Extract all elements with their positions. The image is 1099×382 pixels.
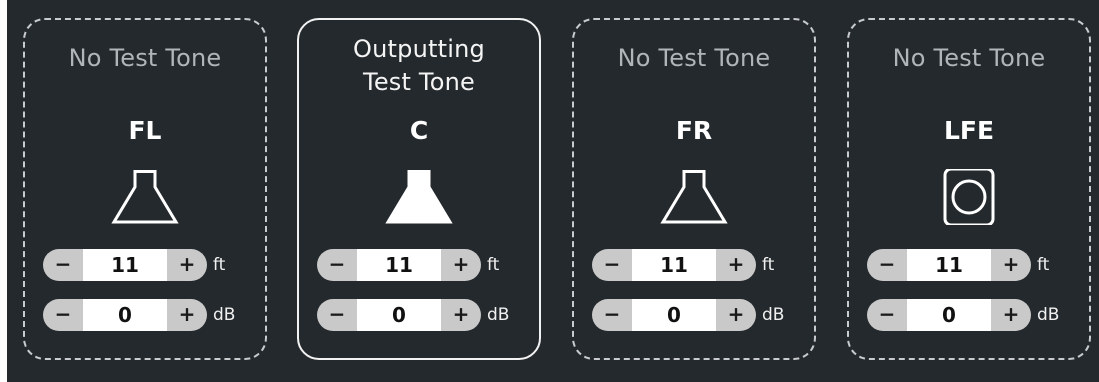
gain-stepper: − 0 +: [867, 299, 1031, 331]
speaker-outline-icon: [111, 170, 179, 224]
channel-name: C: [409, 116, 429, 145]
gain-stepper: − 0 +: [43, 299, 207, 331]
test-tone-status: No Test Tone: [617, 44, 771, 72]
channel-name: FR: [675, 116, 713, 145]
speaker-setup-screen: No Test Tone FL − 11 + ft − 0 + dB Outpu…: [0, 0, 1099, 382]
channel-card-lfe[interactable]: No Test Tone LFE − 11 + ft − 0 + dB: [847, 18, 1091, 360]
distance-value[interactable]: 11: [632, 249, 716, 281]
distance-decrease-button[interactable]: −: [43, 249, 83, 281]
distance-increase-button[interactable]: +: [167, 249, 207, 281]
gain-decrease-button[interactable]: −: [317, 299, 357, 331]
gain-stepper: − 0 +: [317, 299, 481, 331]
speaker-outline-icon: [660, 170, 728, 224]
subwoofer-icon: [943, 169, 995, 225]
distance-increase-button[interactable]: +: [991, 249, 1031, 281]
distance-decrease-button[interactable]: −: [317, 249, 357, 281]
gain-decrease-button[interactable]: −: [592, 299, 632, 331]
distance-value[interactable]: 11: [83, 249, 167, 281]
gain-increase-button[interactable]: +: [716, 299, 756, 331]
speaker-channel-panel: No Test Tone FL − 11 + ft − 0 + dB Outpu…: [7, 0, 1099, 382]
gain-value[interactable]: 0: [632, 299, 716, 331]
gain-unit: dB: [1037, 305, 1060, 325]
distance-control: − 11 + ft: [867, 249, 1075, 281]
gain-decrease-button[interactable]: −: [867, 299, 907, 331]
distance-stepper: − 11 +: [867, 249, 1031, 281]
gain-decrease-button[interactable]: −: [43, 299, 83, 331]
gain-control: − 0 + dB: [867, 299, 1075, 331]
distance-value[interactable]: 11: [907, 249, 991, 281]
gain-control: − 0 + dB: [592, 299, 800, 331]
gain-unit: dB: [762, 305, 785, 325]
distance-control: − 11 + ft: [592, 249, 800, 281]
distance-stepper: − 11 +: [317, 249, 481, 281]
distance-stepper: − 11 +: [43, 249, 207, 281]
distance-stepper: − 11 +: [592, 249, 756, 281]
gain-unit: dB: [487, 305, 510, 325]
distance-decrease-button[interactable]: −: [867, 249, 907, 281]
channel-name: LFE: [943, 116, 995, 145]
channel-card-c[interactable]: Outputting Test Tone C − 11 + ft − 0 + d…: [297, 18, 541, 360]
gain-control: − 0 + dB: [317, 299, 525, 331]
distance-value[interactable]: 11: [357, 249, 441, 281]
distance-unit: ft: [213, 255, 226, 275]
gain-increase-button[interactable]: +: [167, 299, 207, 331]
gain-increase-button[interactable]: +: [441, 299, 481, 331]
gain-value[interactable]: 0: [83, 299, 167, 331]
distance-increase-button[interactable]: +: [441, 249, 481, 281]
test-tone-status: No Test Tone: [68, 44, 222, 72]
distance-control: − 11 + ft: [317, 249, 525, 281]
gain-unit: dB: [213, 305, 236, 325]
gain-increase-button[interactable]: +: [991, 299, 1031, 331]
distance-unit: ft: [1037, 255, 1050, 275]
gain-value[interactable]: 0: [907, 299, 991, 331]
channel-card-fr[interactable]: No Test Tone FR − 11 + ft − 0 + dB: [572, 18, 816, 360]
gain-stepper: − 0 +: [592, 299, 756, 331]
distance-unit: ft: [762, 255, 775, 275]
test-tone-status: No Test Tone: [892, 44, 1046, 72]
distance-decrease-button[interactable]: −: [592, 249, 632, 281]
test-tone-status: Outputting Test Tone: [353, 35, 485, 96]
gain-control: − 0 + dB: [43, 299, 251, 331]
distance-control: − 11 + ft: [43, 249, 251, 281]
distance-increase-button[interactable]: +: [716, 249, 756, 281]
speaker-filled-icon: [385, 170, 453, 224]
channel-name: FL: [128, 116, 162, 145]
channel-card-fl[interactable]: No Test Tone FL − 11 + ft − 0 + dB: [23, 18, 267, 360]
gain-value[interactable]: 0: [357, 299, 441, 331]
distance-unit: ft: [487, 255, 500, 275]
